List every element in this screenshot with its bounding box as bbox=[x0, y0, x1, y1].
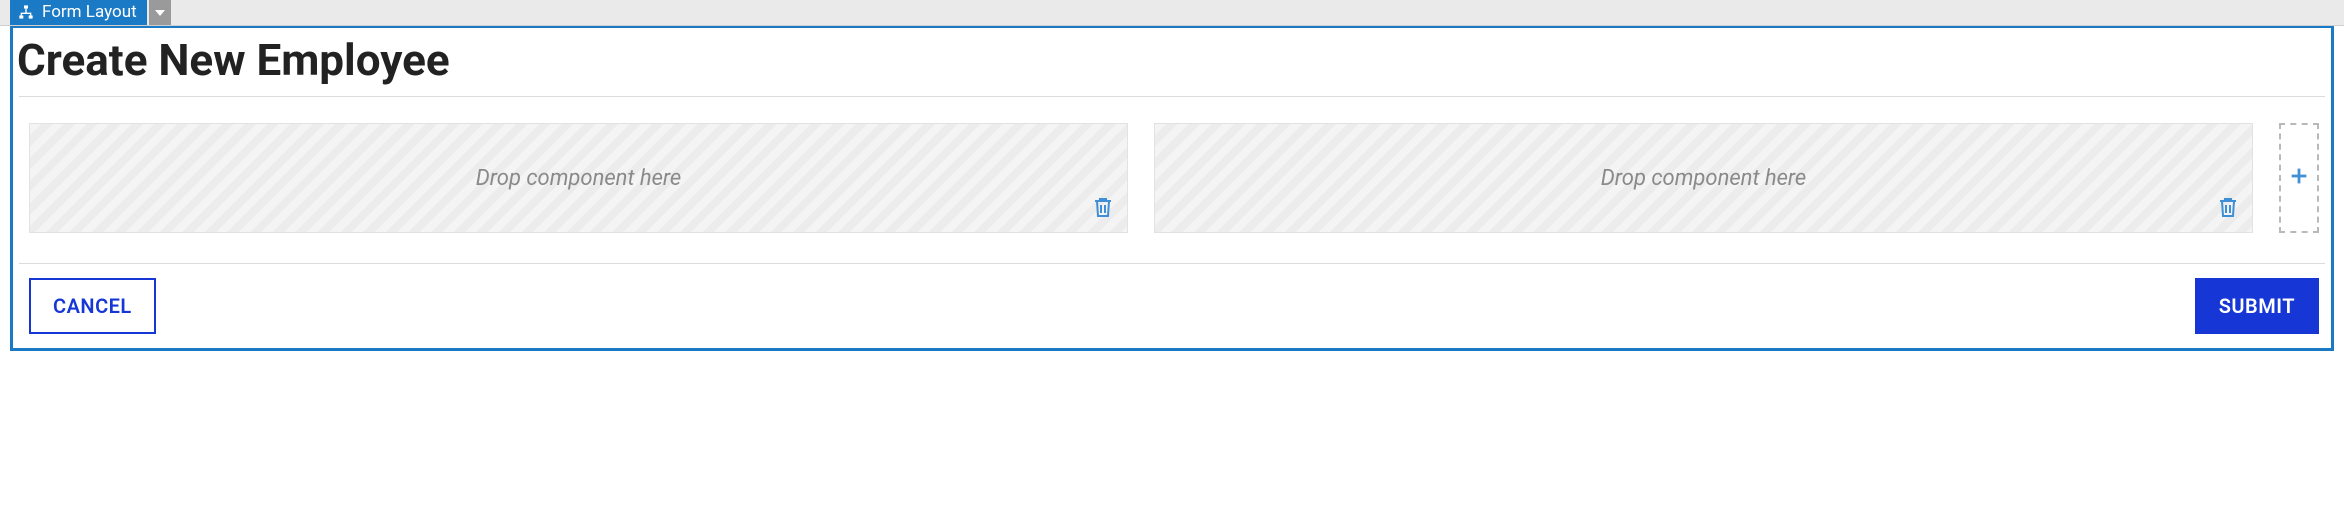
form-actions: CANCEL SUBMIT bbox=[13, 264, 2331, 334]
editor-top-bar: Form Layout bbox=[0, 0, 2344, 26]
delete-column-2-button[interactable] bbox=[2214, 196, 2242, 224]
caret-down-icon bbox=[155, 3, 165, 22]
dropzone-column-1[interactable]: Drop component here bbox=[29, 123, 1128, 233]
add-column-button[interactable] bbox=[2279, 123, 2319, 233]
delete-column-1-button[interactable] bbox=[1089, 196, 1117, 224]
columns-row: Drop component here Drop component here bbox=[13, 97, 2331, 263]
trash-icon bbox=[2216, 195, 2240, 225]
component-tab-group: Form Layout bbox=[10, 0, 171, 25]
form-title: Create New Employee bbox=[13, 28, 2331, 96]
form-layout-canvas[interactable]: Create New Employee Drop component here … bbox=[10, 26, 2334, 351]
dropzone-column-2[interactable]: Drop component here bbox=[1154, 123, 2253, 233]
form-layout-tab-label: Form Layout bbox=[42, 2, 137, 22]
submit-button[interactable]: SUBMIT bbox=[2195, 278, 2319, 334]
plus-icon bbox=[2288, 165, 2310, 191]
dropzone-placeholder: Drop component here bbox=[476, 166, 681, 191]
sitemap-icon bbox=[18, 4, 34, 20]
cancel-button[interactable]: CANCEL bbox=[29, 278, 156, 334]
dropzone-placeholder: Drop component here bbox=[1601, 166, 1806, 191]
form-layout-tab[interactable]: Form Layout bbox=[10, 0, 147, 25]
trash-icon bbox=[1091, 195, 1115, 225]
tab-dropdown-toggle[interactable] bbox=[149, 0, 171, 25]
